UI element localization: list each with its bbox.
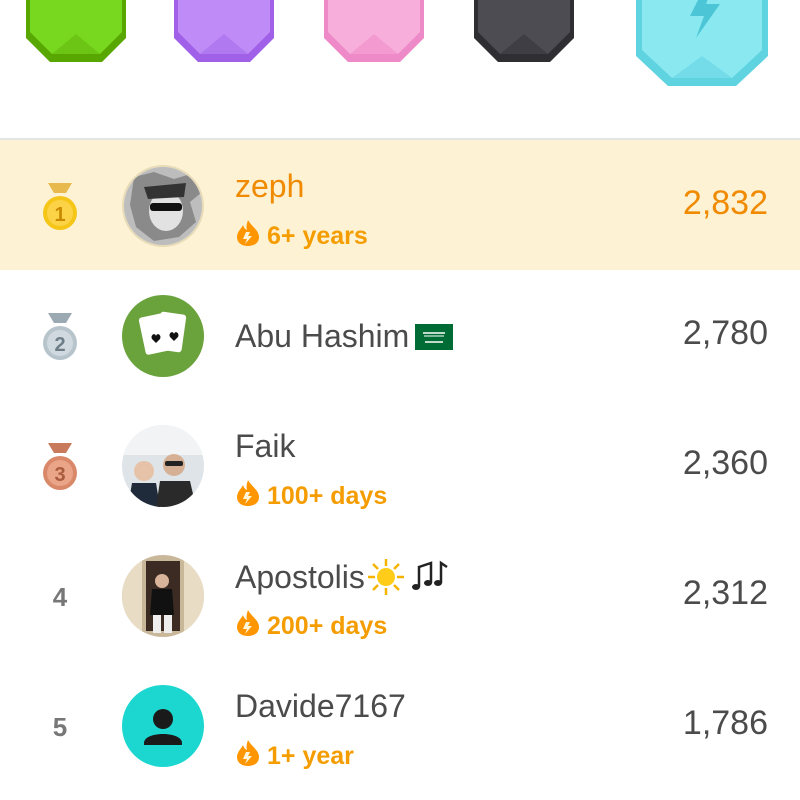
streak-text: 200+ days <box>267 612 388 640</box>
flame-icon <box>235 219 261 254</box>
xp-score: 2,312 <box>682 574 768 612</box>
leaderboard-row[interactable]: 5 Davide7167 1+ year 1,786 <box>0 660 800 790</box>
silver-medal-icon: 2 <box>36 313 84 361</box>
xp-score: 2,780 <box>682 314 768 352</box>
bronze-medal-icon: 3 <box>36 443 84 491</box>
user-name: Apostolis <box>235 558 451 596</box>
svg-text:1: 1 <box>54 204 65 226</box>
flame-icon <box>235 739 261 774</box>
avatar[interactable] <box>122 165 204 247</box>
flame-icon <box>235 609 261 644</box>
xp-score: 2,360 <box>682 444 768 482</box>
user-name: Abu Hashim <box>235 318 454 355</box>
default-user-icon <box>122 685 204 767</box>
avatar[interactable] <box>122 295 204 377</box>
avatar[interactable] <box>122 685 204 767</box>
black-league-badge[interactable] <box>470 0 578 66</box>
svg-text:2: 2 <box>54 334 65 356</box>
avatar[interactable] <box>122 555 204 637</box>
user-name: Davide7167 <box>235 688 406 724</box>
xp-score: 1,786 <box>682 704 768 742</box>
leaderboard-row[interactable]: 2 Abu Hashim 2,780 <box>0 270 800 400</box>
avatar[interactable] <box>122 425 204 507</box>
streak-text: 100+ days <box>267 482 388 510</box>
rank-number: 5 <box>52 711 68 742</box>
green-league-badge[interactable] <box>22 0 130 66</box>
music-notes-icon <box>411 559 451 595</box>
leaderboard-row[interactable]: 4 Apostolis 200+ days 2,312 <box>0 530 800 660</box>
gold-medal-icon: 1 <box>36 183 84 231</box>
sun-icon <box>367 558 405 596</box>
xp-score: 2,832 <box>682 184 768 222</box>
saudi-flag-icon <box>415 323 454 350</box>
user-name: Faik <box>235 428 296 464</box>
leaderboard-row[interactable]: 1 zeph 6+ years 2,832 <box>0 140 800 270</box>
streak-badge: 200+ days <box>235 609 387 644</box>
leaderboard-row[interactable]: 3 Faik 100+ days 2,360 <box>0 400 800 530</box>
purple-league-badge[interactable] <box>170 0 278 66</box>
rank-number: 4 <box>52 581 68 612</box>
streak-badge: 6+ years <box>235 219 368 254</box>
streak-text: 6+ years <box>267 222 368 250</box>
diamond-league-badge[interactable] <box>632 0 772 90</box>
streak-text: 1+ year <box>267 742 354 770</box>
streak-badge: 100+ days <box>235 479 387 514</box>
flame-icon <box>235 479 261 514</box>
user-name: zeph <box>235 168 305 204</box>
streak-badge: 1+ year <box>235 739 354 774</box>
pink-league-badge[interactable] <box>320 0 428 66</box>
league-badges-bar <box>0 0 800 138</box>
playing-cards-icon <box>122 295 204 377</box>
svg-text:3: 3 <box>54 464 65 486</box>
